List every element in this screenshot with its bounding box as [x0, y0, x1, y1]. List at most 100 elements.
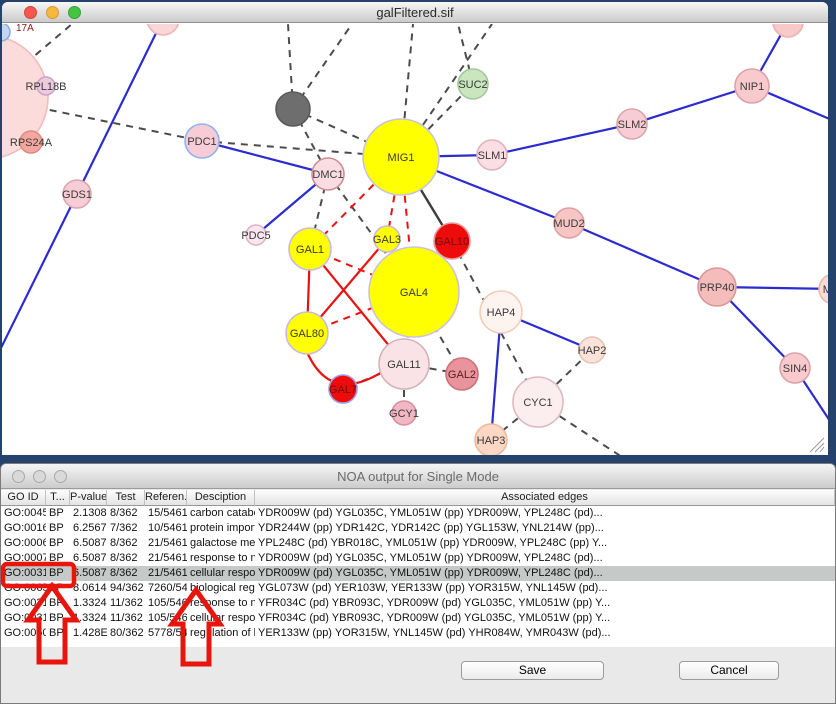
table-cell: 8/362 — [107, 566, 145, 581]
graph-node-TOPPINK[interactable] — [147, 24, 179, 35]
close-button-inactive[interactable] — [12, 470, 25, 483]
table-cell: YPL248C (pd) YBR018C, YML051W (pp) YDR00… — [255, 536, 835, 551]
graph-node-label: GAL3 — [373, 234, 401, 246]
graph-node-label: HAP4 — [487, 307, 516, 319]
column-header-desciption[interactable]: Desciption — [187, 490, 255, 506]
graph-window: galFiltered.sif RPL18BRPS24AGDS1PDC1DMC1… — [2, 2, 828, 455]
graph-node-label: PDC5 — [241, 230, 270, 242]
table-cell: GO:0007... — [1, 551, 46, 566]
table-cell: 1.428E... — [70, 626, 107, 641]
table-cell: BP — [46, 581, 70, 596]
table-cell: YFR034C (pd) YBR093C, YDR009W (pd) YGL03… — [255, 596, 835, 611]
graph-window-titlebar[interactable]: galFiltered.sif — [2, 2, 828, 23]
graph-node-CORNER[interactable] — [2, 24, 10, 41]
table-row[interactable]: GO:0031...BP1.3324...11/362105/546...cel… — [1, 611, 835, 626]
cancel-button[interactable]: Cancel — [679, 661, 779, 680]
noa-window-titlebar[interactable]: NOA output for Single Mode — [1, 464, 835, 489]
table-header-row: GO IDT...P-valueTestReferen...Desciption… — [1, 490, 835, 506]
graph-node-label: PRP40 — [700, 282, 735, 294]
graph-node-label: SIN4 — [783, 363, 807, 375]
table-row[interactable]: GO:0050...BP1.428E...80/3625778/54...reg… — [1, 626, 835, 641]
screenshot-root: { "graph_window": { "title": "galFiltere… — [0, 0, 836, 704]
table-cell: GO:0050... — [1, 626, 46, 641]
zoom-button-inactive[interactable] — [54, 470, 67, 483]
network-canvas[interactable]: RPL18BRPS24AGDS1PDC1DMC1MIG1SUC2SLM1SLM2… — [2, 24, 828, 455]
graph-node-label: GAL11 — [387, 359, 420, 371]
table-cell: GO:0006... — [1, 536, 46, 551]
graph-node-label: RPL18B — [26, 81, 67, 93]
table-row[interactable]: GO:0007...BP6.5087...8/36221/54615respon… — [1, 551, 835, 566]
network-edge[interactable] — [2, 194, 77, 350]
network-edge[interactable] — [492, 124, 632, 155]
graph-node-label: DMC1 — [312, 169, 343, 181]
table-cell: 94/362 — [107, 581, 145, 596]
table-body: GO:0045...BP2.1308...8/36215/54615carbon… — [1, 506, 835, 647]
table-row-selected[interactable]: GO:0031...BP6.5087...8/36221/54615cellul… — [1, 566, 835, 581]
table-row[interactable]: GO:0045...BP2.1308...8/36215/54615carbon… — [1, 506, 835, 521]
column-header-pvalue[interactable]: P-value — [70, 490, 107, 506]
column-header-associatededges[interactable]: Associated edges — [255, 490, 835, 506]
network-edge[interactable] — [569, 223, 717, 287]
table-cell: 1.3324... — [70, 611, 107, 626]
table-cell: GO:0045... — [1, 506, 46, 521]
clipped-node-label: 17A — [16, 24, 34, 34]
table-cell: YDR009W (pd) YGL035C, YML051W (pp) YDR00… — [255, 506, 835, 521]
table-cell: BP — [46, 551, 70, 566]
table-cell: 8.0614... — [70, 581, 107, 596]
table-cell: YFR034C (pd) YBR093C, YDR009W (pd) YGL03… — [255, 611, 835, 626]
table-cell: YDR244W (pp) YDR142C, YDR142C (pp) YGL15… — [255, 521, 835, 536]
table-cell: 6.2567... — [70, 521, 107, 536]
table-cell: 11/362 — [107, 596, 145, 611]
table-cell: GO:0065... — [1, 581, 46, 596]
table-cell: cellular respons... — [187, 611, 255, 626]
graph-node-label: PDC1 — [187, 136, 216, 148]
table-row[interactable]: GO:0031...BP1.3324...11/362105/546...res… — [1, 596, 835, 611]
network-edge[interactable] — [202, 141, 328, 174]
graph-node-label: HAP3 — [477, 435, 506, 447]
graph-node-label: GDS1 — [62, 189, 92, 201]
graph-node-label: GAL80 — [290, 328, 324, 340]
graph-node-TRPINK[interactable] — [773, 24, 803, 37]
graph-node-label: NIP1 — [740, 81, 764, 93]
column-header-referen[interactable]: Referen... — [145, 490, 187, 506]
graph-node-label: MSL — [823, 284, 828, 296]
close-button[interactable] — [24, 6, 37, 19]
resize-grip-icon[interactable] — [820, 447, 824, 452]
noa-window-controls — [12, 470, 67, 483]
table-cell: carbon cataboli... — [187, 506, 255, 521]
table-row[interactable]: GO:0006...BP6.5087...8/36221/54615galact… — [1, 536, 835, 551]
table-cell: GO:0031... — [1, 596, 46, 611]
table-row[interactable]: GO:0016...BP6.2567...7/36210/54615protei… — [1, 521, 835, 536]
zoom-button[interactable] — [68, 6, 81, 19]
graph-node-label: GAL1 — [296, 244, 324, 256]
resize-grip-icon[interactable] — [815, 443, 824, 452]
graph-node-label: MIG1 — [388, 152, 415, 164]
table-cell: GO:0031... — [1, 611, 46, 626]
table-cell: 105/546... — [145, 596, 187, 611]
noa-window-title: NOA output for Single Mode — [1, 464, 835, 489]
column-header-t[interactable]: T... — [46, 490, 70, 506]
table-cell: 7260/54... — [145, 581, 187, 596]
minimize-button[interactable] — [46, 6, 59, 19]
table-row[interactable]: GO:0065...BP8.0614...94/3627260/54...bio… — [1, 581, 835, 596]
graph-node-label: GAL4 — [400, 287, 428, 299]
table-cell: YER133W (pp) YOR315W, YNL145W (pd) YHR08… — [255, 626, 835, 641]
table-cell: YDR009W (pd) YGL035C, YML051W (pp) YDR00… — [255, 566, 835, 581]
save-button[interactable]: Save — [461, 661, 604, 680]
minimize-button-inactive[interactable] — [33, 470, 46, 483]
network-edge[interactable] — [632, 86, 752, 124]
column-header-goid[interactable]: GO ID — [1, 490, 46, 506]
table-cell: BP — [46, 506, 70, 521]
network-edge[interactable] — [77, 24, 163, 194]
table-cell: 6.5087... — [70, 536, 107, 551]
table-cell: 1.3324... — [70, 596, 107, 611]
graph-window-title: galFiltered.sif — [2, 2, 828, 23]
column-header-test[interactable]: Test — [107, 490, 145, 506]
table-cell: response to nut... — [187, 596, 255, 611]
table-cell: 8/362 — [107, 551, 145, 566]
graph-node-DARK[interactable] — [276, 92, 310, 126]
table-cell: cellular respons... — [187, 566, 255, 581]
graph-node-label: GAL10 — [435, 236, 469, 248]
table-cell: 10/54615 — [145, 521, 187, 536]
network-svg: RPL18BRPS24AGDS1PDC1DMC1MIG1SUC2SLM1SLM2… — [2, 24, 828, 455]
